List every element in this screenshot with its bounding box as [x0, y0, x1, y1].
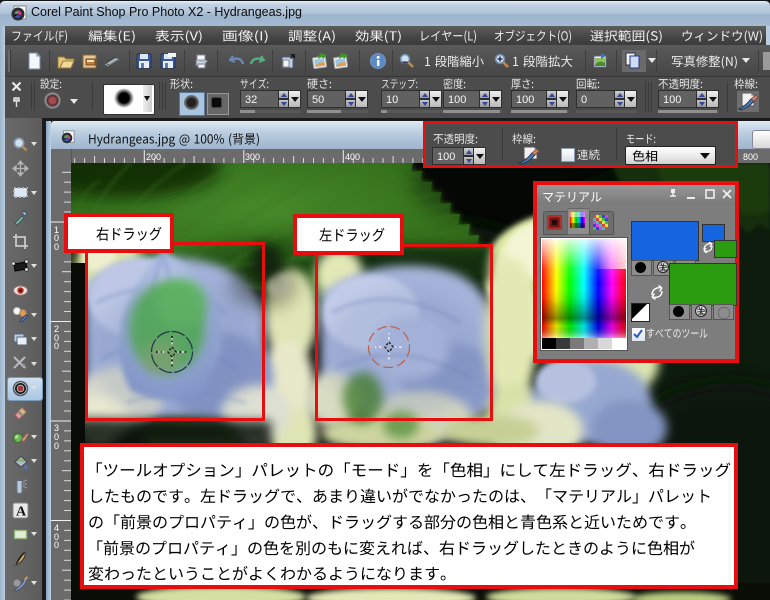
svg-text:0: 0 [54, 540, 59, 550]
svg-text:0: 0 [54, 242, 59, 252]
svg-text:300: 300 [245, 152, 260, 162]
svg-text:0: 0 [54, 341, 59, 351]
svg-text:0: 0 [54, 441, 59, 451]
svg-text:400: 400 [345, 152, 360, 162]
svg-text:200: 200 [146, 152, 161, 162]
svg-text:800: 800 [743, 152, 758, 162]
svg-text:A: A [16, 505, 27, 520]
